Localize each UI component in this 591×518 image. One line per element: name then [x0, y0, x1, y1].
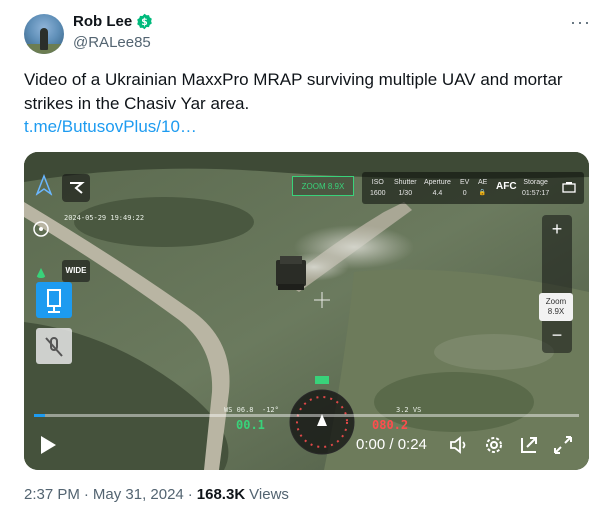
verified-badge-icon[interactable]: $ [136, 13, 153, 30]
cam-shutter: Shutter 1/30 [394, 179, 417, 197]
cam-aperture: Aperture 4.4 [424, 179, 451, 197]
views-count: 168.3K [196, 486, 246, 503]
meta-separator-2: · [187, 486, 193, 503]
mode-icon [70, 182, 85, 194]
video-time: 0:00 / 0:24 [356, 436, 427, 453]
more-options-icon[interactable]: ··· [570, 12, 591, 33]
cam-ae: AE 🔒 [478, 179, 488, 196]
vs-label: 3.2 VS [396, 406, 422, 414]
wide-button[interactable]: WIDE [62, 260, 90, 282]
tweet-meta: 2:37 PM · May 31, 2024 · 168.3K Views [24, 486, 289, 503]
video-player[interactable]: 2024-05-29 19:49:22 WIDE ZOOM 8.9X ISO 16… [24, 152, 589, 470]
pip-icon[interactable] [518, 434, 540, 456]
avatar[interactable] [24, 14, 64, 54]
views-label: Views [249, 486, 289, 503]
author-handle[interactable]: @RALee85 [73, 34, 151, 51]
mode-button[interactable] [62, 174, 90, 202]
video-progress-fill [34, 414, 45, 417]
meta-separator: · [83, 486, 89, 503]
zoom-level-label: Zoom 8.9X [539, 293, 573, 321]
video-controls: 0:00 / 0:24 [24, 420, 589, 470]
mute-mic-button[interactable] [36, 328, 72, 364]
gimbal-button[interactable] [36, 282, 72, 318]
mrap-vehicle [276, 256, 306, 290]
camera-icon[interactable] [562, 181, 576, 193]
tweet-text: Video of a Ukrainian MaxxPro MRAP surviv… [24, 70, 563, 113]
play-icon[interactable] [36, 434, 58, 456]
avatar-person [40, 28, 48, 50]
zoom-out-button[interactable]: − [542, 325, 572, 346]
zoom-in-button[interactable]: + [542, 219, 572, 240]
camera-settings-panel: ISO 1600 Shutter 1/30 Aperture 4.4 EV 0 AE 🔒 … [362, 172, 584, 204]
mic-off-icon [45, 337, 63, 357]
gimbal-icon [47, 289, 61, 313]
afc-label: AFC [496, 181, 517, 192]
volume-icon[interactable] [448, 434, 470, 456]
cam-iso: ISO 1600 [370, 179, 386, 197]
author-name-row[interactable]: Rob Lee $ [73, 13, 153, 30]
svg-text:$: $ [141, 17, 147, 28]
settings-gear-icon[interactable] [483, 434, 505, 456]
gps-icon[interactable] [34, 174, 54, 196]
cam-ev: EV 0 [460, 179, 470, 197]
cam-storage: Storage 01:57:17 [522, 179, 550, 197]
video-timestamp: 2024-05-29 19:49:22 [64, 214, 145, 222]
direction-arrow-icon [36, 268, 46, 278]
tweet-link[interactable]: t.me/ButusovPlus/10… [24, 117, 197, 137]
zoom-indicator: ZOOM 8.9X [292, 176, 354, 196]
target-icon[interactable] [32, 220, 50, 238]
author-name[interactable]: Rob Lee [73, 13, 132, 30]
ws-label: WS 06.8 [224, 406, 254, 414]
tweet-date[interactable]: May 31, 2024 [93, 486, 184, 503]
video-progress-bar[interactable] [34, 414, 579, 417]
fullscreen-icon[interactable] [552, 434, 574, 456]
zoom-slider[interactable]: + − [542, 215, 572, 353]
tweet-time[interactable]: 2:37 PM [24, 486, 80, 503]
angle-label: -12° [262, 406, 279, 414]
